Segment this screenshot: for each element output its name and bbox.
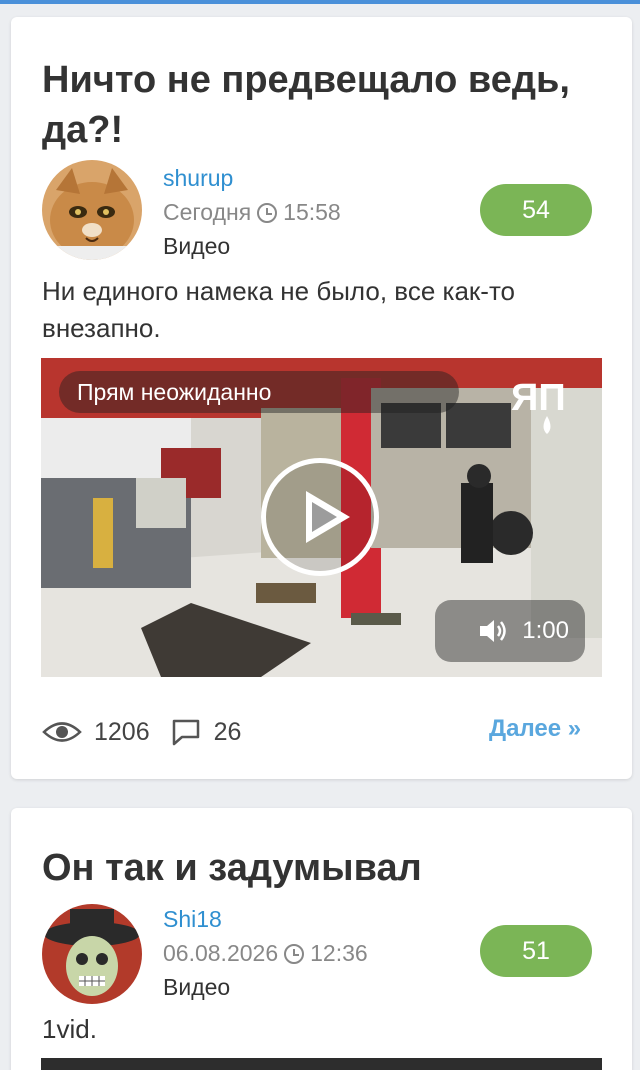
play-icon[interactable]	[261, 458, 379, 576]
comment-icon[interactable]	[170, 717, 202, 747]
top-accent-bar	[0, 0, 640, 4]
author-link[interactable]: shurup	[163, 165, 233, 192]
video-caption: Прям неожиданно	[59, 371, 459, 413]
avatar[interactable]	[42, 160, 142, 260]
video-player[interactable]: Прям неожиданно ЯП 1:00	[41, 358, 602, 677]
read-more-link[interactable]: Далее »	[489, 715, 581, 743]
site-logo-watermark: ЯП	[509, 370, 589, 440]
post-meta: Сегодня 15:58	[163, 199, 341, 226]
category-link[interactable]: Видео	[163, 233, 230, 260]
post-description: Ни единого намека не было, все как-то вн…	[42, 276, 516, 343]
post-card: Он так и задумывал Shi18 06.08.2026 12:3…	[11, 808, 632, 1070]
post-time: 15:58	[283, 199, 341, 225]
post-card: Ничто не предвещало ведь, да?! shurup Се…	[11, 17, 632, 779]
cat-avatar-image	[42, 160, 142, 260]
video-duration-control[interactable]: 1:00	[435, 600, 585, 662]
clock-icon	[284, 943, 305, 964]
clock-icon	[257, 202, 278, 223]
eye-icon	[42, 722, 82, 742]
zombie-avatar-image	[42, 904, 142, 1004]
post-date: Сегодня	[163, 199, 252, 225]
post-date: 06.08.2026	[163, 940, 279, 966]
author-link[interactable]: Shi18	[163, 906, 222, 933]
category-link[interactable]: Видео	[163, 974, 230, 1001]
video-player[interactable]	[41, 1058, 602, 1070]
post-title[interactable]: Ничто не предвещало ведь, да?!	[42, 55, 602, 155]
post-stats: 1206 26	[42, 712, 241, 752]
comments-count[interactable]: 26	[214, 718, 242, 747]
video-duration: 1:00	[522, 617, 569, 644]
post-title[interactable]: Он так и задумывал	[42, 843, 602, 893]
rating-badge[interactable]: 51	[480, 925, 592, 977]
rating-badge[interactable]: 54	[480, 184, 592, 236]
speaker-icon[interactable]	[478, 617, 508, 645]
avatar[interactable]	[42, 904, 142, 1004]
post-meta: 06.08.2026 12:36	[163, 940, 368, 967]
views-count: 1206	[94, 717, 150, 746]
logo-text: ЯП	[511, 377, 566, 419]
post-description: 1vid.	[42, 1014, 97, 1044]
post-time: 12:36	[310, 940, 368, 966]
